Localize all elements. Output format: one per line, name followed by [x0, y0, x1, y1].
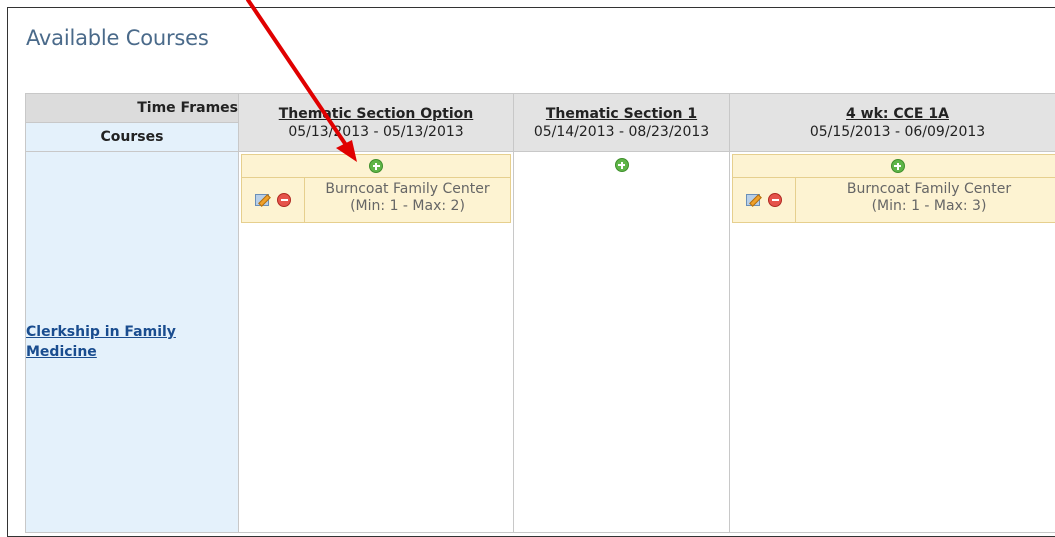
- site-option-text: Burncoat Family Center (Min: 1 - Max: 3): [796, 178, 1055, 222]
- column-dates: 05/13/2013 - 05/13/2013: [239, 123, 513, 141]
- site-name: Burncoat Family Center: [796, 181, 1055, 198]
- add-option-bar: [732, 154, 1055, 178]
- site-capacity: (Min: 1 - Max: 2): [305, 198, 510, 215]
- time-frames-header: Time Frames: [26, 94, 239, 123]
- site-actions: [733, 178, 796, 222]
- site-option-text: Burncoat Family Center (Min: 1 - Max: 2): [305, 178, 510, 222]
- minus-circle-icon[interactable]: [277, 193, 291, 207]
- page-title: Available Courses: [26, 26, 209, 50]
- site-capacity: (Min: 1 - Max: 3): [796, 198, 1055, 215]
- column-section-link[interactable]: Thematic Section Option: [239, 105, 513, 123]
- site-actions: [242, 178, 305, 222]
- column-dates: 05/14/2013 - 08/23/2013: [514, 123, 729, 141]
- courses-header: Courses: [26, 123, 239, 152]
- column-header-thematic-section-option: Thematic Section Option 05/13/2013 - 05/…: [239, 94, 514, 152]
- add-option-bar: [241, 154, 511, 178]
- edit-icon[interactable]: [746, 194, 760, 206]
- minus-circle-icon[interactable]: [768, 193, 782, 207]
- site-name: Burncoat Family Center: [305, 181, 510, 198]
- course-cell: Clerkship in Family Medicine: [26, 152, 239, 533]
- slot-cell-thematic-section-1: [514, 152, 730, 533]
- column-dates: 05/15/2013 - 06/09/2013: [730, 123, 1055, 141]
- column-header-4wk-cce-1a: 4 wk: CCE 1A 05/15/2013 - 06/09/2013: [730, 94, 1055, 152]
- column-section-link[interactable]: 4 wk: CCE 1A: [730, 105, 1055, 123]
- plus-circle-icon[interactable]: [891, 159, 905, 173]
- site-option-row: Burncoat Family Center (Min: 1 - Max: 2): [241, 178, 511, 223]
- edit-icon[interactable]: [255, 194, 269, 206]
- site-option-row: Burncoat Family Center (Min: 1 - Max: 3): [732, 178, 1055, 223]
- column-header-thematic-section-1: Thematic Section 1 05/14/2013 - 08/23/20…: [514, 94, 730, 152]
- slot-cell-4wk-cce-1a: Burncoat Family Center (Min: 1 - Max: 3): [730, 152, 1055, 533]
- plus-circle-icon[interactable]: [369, 159, 383, 173]
- slot-cell-thematic-section-option: Burncoat Family Center (Min: 1 - Max: 2): [239, 152, 514, 533]
- column-section-link[interactable]: Thematic Section 1: [514, 105, 729, 123]
- course-grid: Time Frames Thematic Section Option 05/1…: [25, 93, 1055, 533]
- course-link-clerkship-family-medicine[interactable]: Clerkship in Family Medicine: [26, 322, 196, 362]
- plus-circle-icon[interactable]: [615, 158, 629, 172]
- add-option-bar: [514, 152, 729, 176]
